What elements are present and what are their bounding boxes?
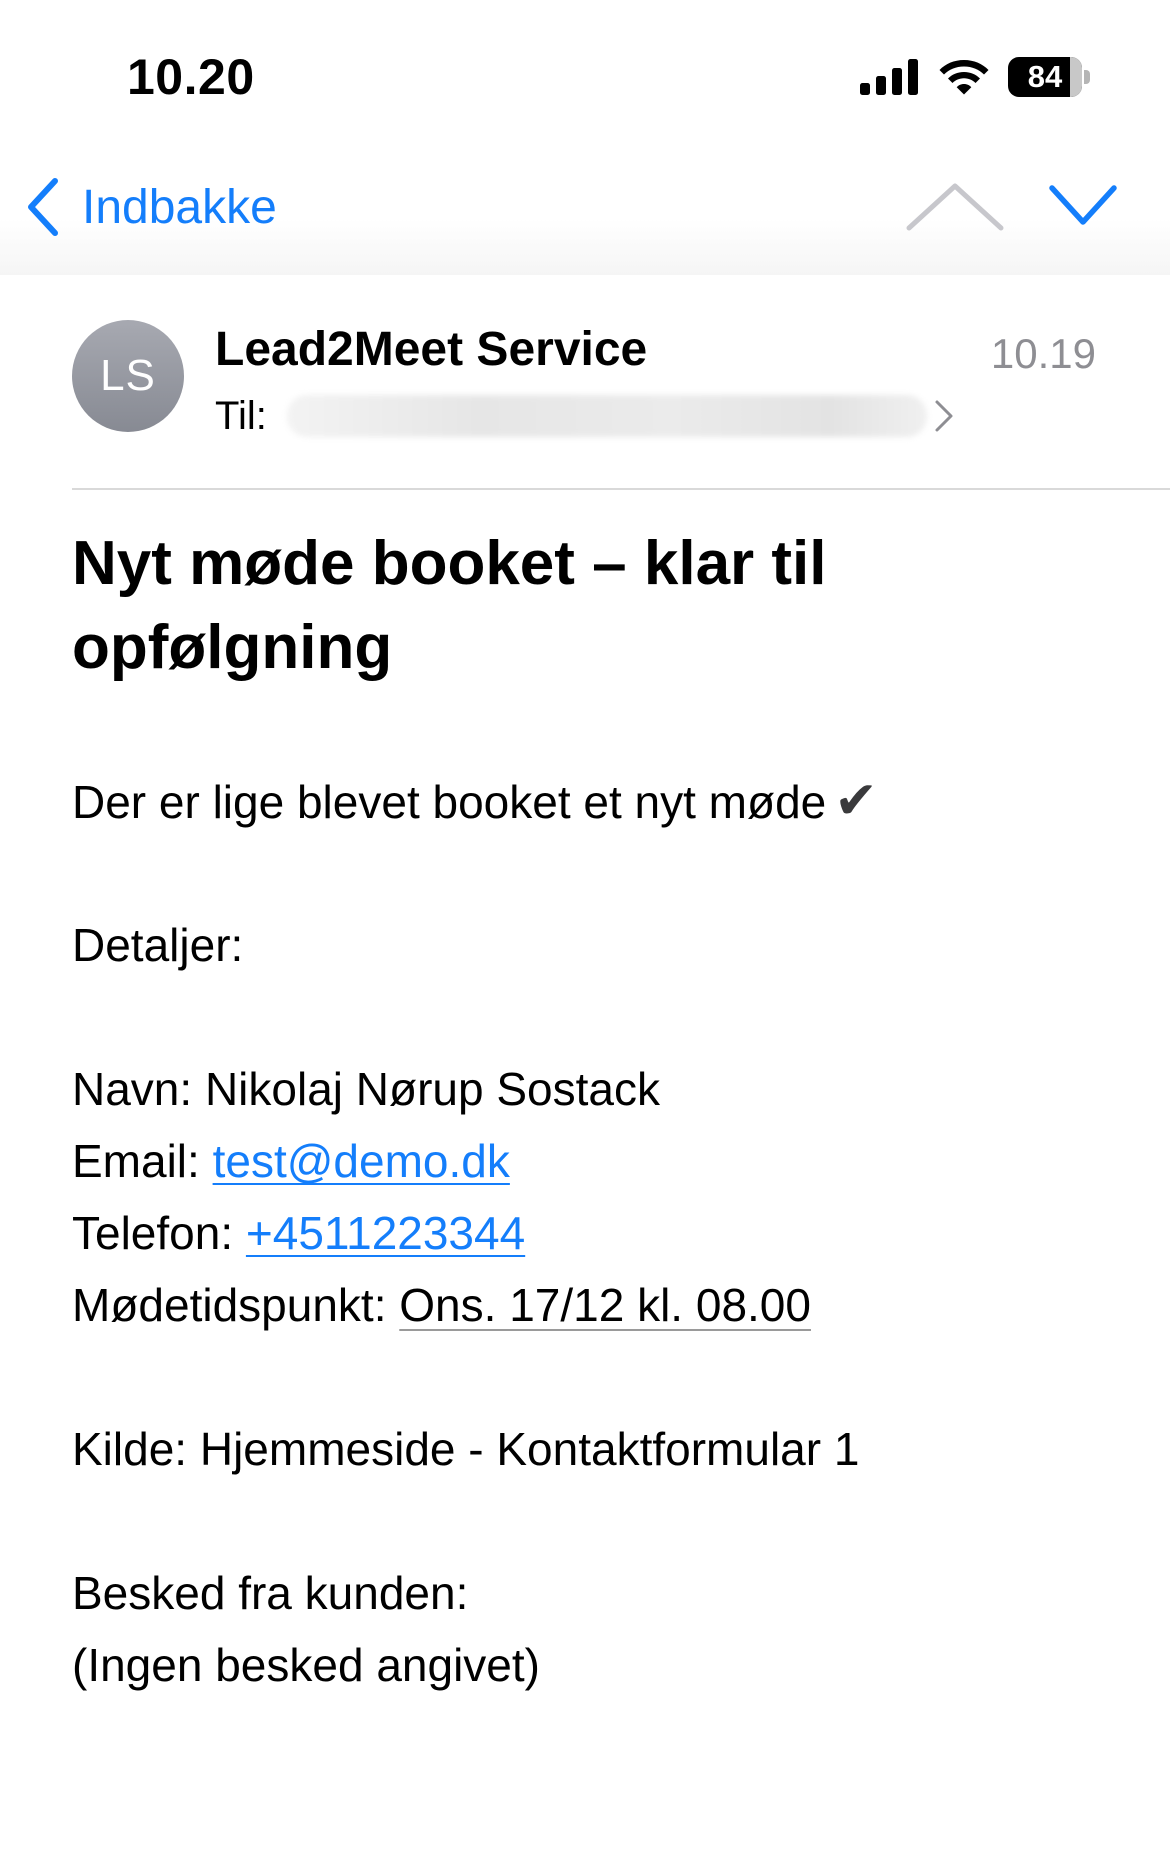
meeting-time-date-link[interactable]: Ons. 17/12 kl. 08.00 (399, 1279, 811, 1331)
battery-empty-portion (1070, 57, 1082, 97)
message-heading: Besked fra kunden: (72, 1567, 469, 1619)
status-bar: 10.20 84 (0, 0, 1170, 150)
sender-name[interactable]: Lead2Meet Service (215, 322, 647, 377)
status-time: 10.20 (127, 49, 255, 105)
redacted-recipient-address (286, 395, 927, 437)
cellular-signal-icon (860, 59, 918, 95)
name-line: Navn: Nikolaj Nørup Sostack (72, 1053, 660, 1125)
status-icons: 84 (860, 52, 1090, 102)
phone-line: Telefon: +4511223344 (72, 1197, 525, 1269)
meeting-time-line: Mødetidspunkt: Ons. 17/12 kl. 08.00 (72, 1269, 811, 1341)
received-time: 10.19 (990, 330, 1096, 377)
sender-avatar[interactable]: LS (72, 320, 184, 432)
back-to-inbox-button[interactable]: Indbakke (26, 172, 277, 242)
intro-line: Der er lige blevet booket et nyt møde ✔ (72, 765, 878, 838)
chevron-left-icon (28, 178, 58, 236)
source-line: Kilde: Hjemmeside - Kontaktformular 1 (72, 1413, 859, 1485)
email-label: Email: (72, 1135, 200, 1187)
source-value: Hjemmeside - Kontaktformular 1 (199, 1423, 860, 1475)
to-label: Til: (215, 393, 267, 438)
phone-label: Telefon: (72, 1207, 234, 1259)
battery-body: 84 (1008, 57, 1082, 97)
battery-icon: 84 (1008, 57, 1090, 97)
battery-tip (1084, 70, 1090, 84)
back-label: Indbakke (82, 180, 277, 234)
source-label: Kilde: (72, 1423, 188, 1475)
mail-navigation-bar: Indbakke (0, 150, 1170, 275)
header-divider (72, 488, 1170, 490)
phone-link[interactable]: +4511223344 (246, 1207, 525, 1259)
name-value: Nikolaj Nørup Sostack (204, 1063, 660, 1115)
check-mark-icon: ✔ (834, 772, 878, 830)
customer-message: (Ingen besked angivet) (72, 1639, 540, 1691)
meeting-time-label: Mødetidspunkt: (72, 1279, 387, 1331)
previous-message-chevron-up-icon[interactable] (905, 180, 1005, 234)
email-link[interactable]: test@demo.dk (213, 1135, 510, 1187)
battery-level: 84 (1027, 59, 1063, 94)
message-subject: Nyt møde booket – klar til opfølgning (72, 529, 827, 682)
wifi-icon (939, 60, 989, 95)
details-heading: Detaljer: (72, 919, 244, 971)
recipient-row[interactable]: Til: (215, 390, 955, 442)
intro-text: Der er lige blevet booket et nyt møde (72, 776, 827, 828)
name-label: Navn: (72, 1063, 193, 1115)
next-message-chevron-down-icon[interactable] (1048, 180, 1118, 234)
chevron-right-icon[interactable] (933, 398, 955, 434)
email-line: Email: test@demo.dk (72, 1125, 510, 1197)
